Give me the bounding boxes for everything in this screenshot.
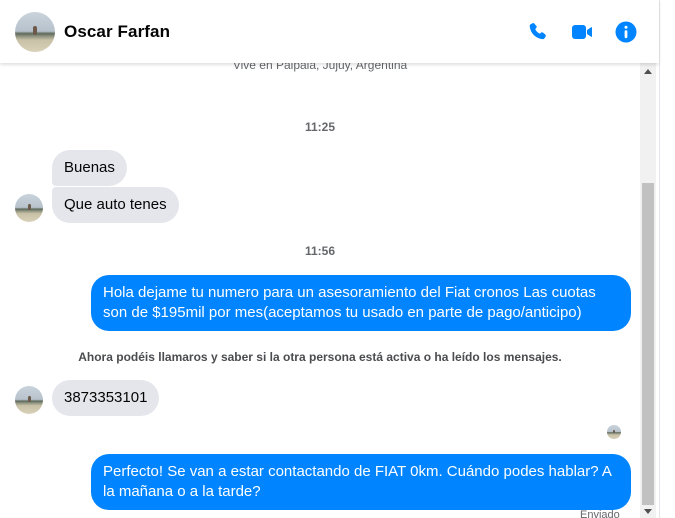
sender-avatar[interactable] [15, 386, 43, 414]
message-bubble-incoming[interactable]: Que auto tenes [52, 187, 179, 223]
contact-name[interactable]: Oscar Farfan [64, 22, 170, 42]
scroll-down-icon[interactable] [644, 509, 652, 514]
sent-status: Enviado [580, 509, 620, 518]
message-list[interactable]: Vive en Palpalá, Jujuy, Argentina 11:25 … [0, 63, 640, 518]
messenger-window: Oscar Farfan Vive en Palpalá, Jujuy, Arg… [0, 0, 659, 518]
chat-scrollbar[interactable] [640, 63, 656, 518]
video-camera-icon[interactable] [570, 20, 594, 44]
seen-receipt-avatar [607, 425, 621, 439]
timestamp: 11:25 [304, 120, 336, 134]
conversation-header: Oscar Farfan [0, 0, 659, 63]
scrollbar-thumb[interactable] [642, 183, 654, 505]
message-bubble-incoming[interactable]: 3873353101 [52, 380, 160, 416]
message-bubble-incoming[interactable]: Buenas [52, 150, 127, 186]
contact-avatar[interactable] [15, 12, 55, 52]
scroll-up-icon[interactable] [644, 69, 652, 74]
phone-icon[interactable] [526, 20, 550, 44]
sender-avatar[interactable] [15, 194, 43, 222]
call-availability-notice: Ahora podéis llamaros y saber si la otra… [78, 350, 562, 364]
window-edge [659, 0, 675, 518]
message-bubble-outgoing[interactable]: Perfecto! Se van a estar contactando de … [91, 454, 631, 510]
timestamp: 11:56 [304, 244, 336, 258]
info-icon[interactable] [614, 20, 638, 44]
profile-location: Vive en Palpalá, Jujuy, Argentina [232, 63, 408, 72]
message-bubble-outgoing[interactable]: Hola dejame tu numero para un asesoramie… [91, 275, 631, 331]
